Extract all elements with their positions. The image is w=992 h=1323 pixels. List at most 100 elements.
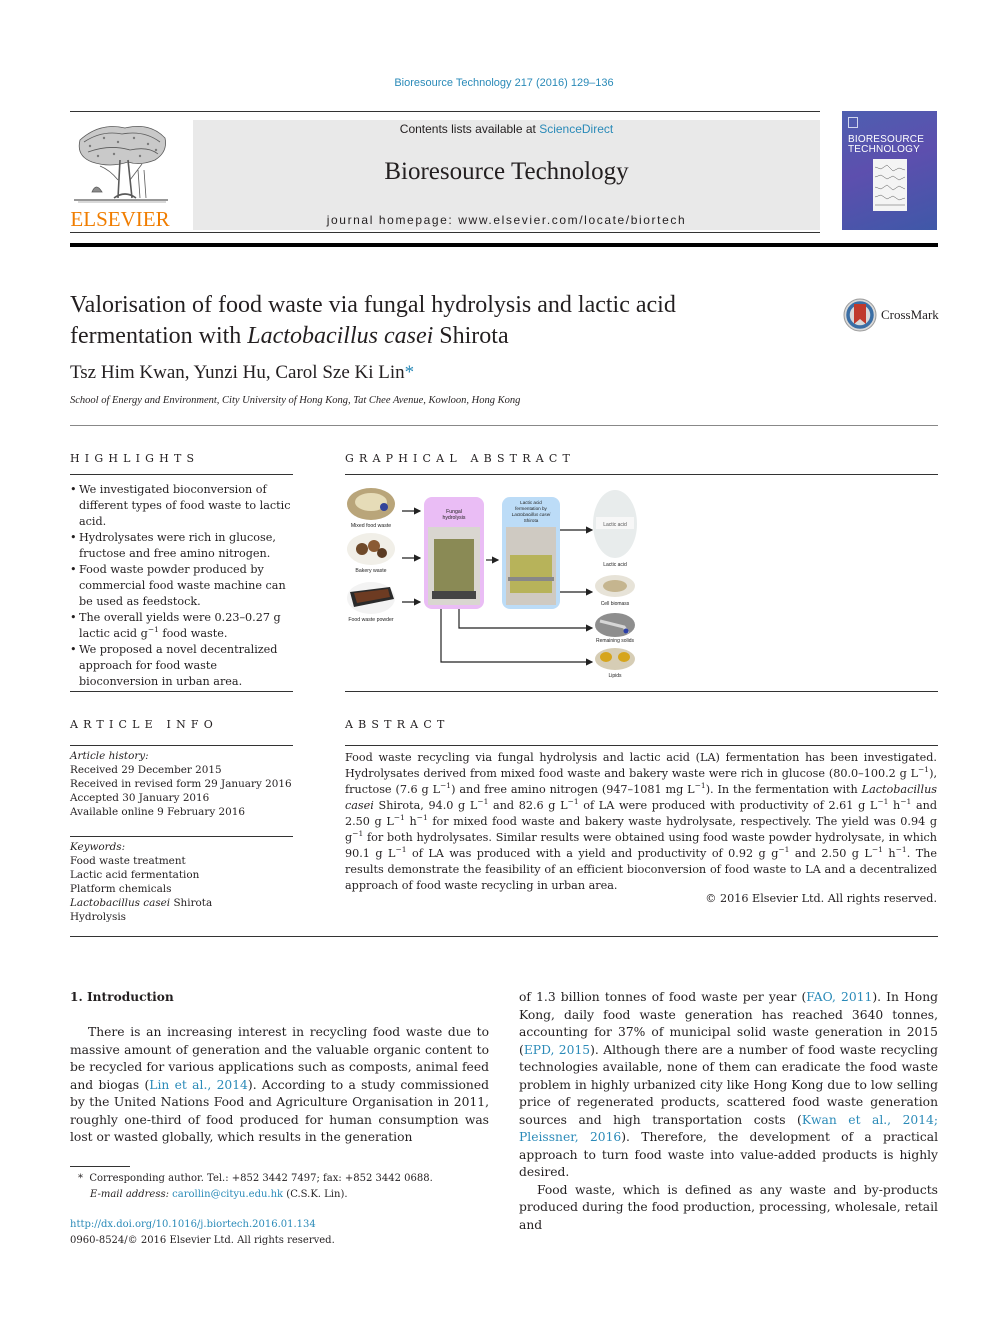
highlight-item: Food waste powder produced by commercial… bbox=[70, 562, 295, 610]
step2-label-line2: fermentation by bbox=[515, 506, 547, 511]
highlights-heading: HIGHLIGHTS bbox=[70, 452, 200, 465]
cover-title: BIORESOURCE TECHNOLOGY bbox=[848, 135, 924, 155]
abstract-text: ). In the fermentation with bbox=[705, 783, 862, 796]
issn-copyright: 0960-8524/© 2016 Elsevier Ltd. All right… bbox=[70, 1234, 335, 1246]
title-text-2: Shirota bbox=[433, 323, 509, 349]
keywords-label: Keywords: bbox=[70, 841, 126, 853]
output-cell-biomass: Cell biomass bbox=[595, 575, 635, 607]
superscript: −1 bbox=[918, 765, 930, 774]
article-history-label: Article history: bbox=[70, 750, 149, 762]
fungal-hydrolysis-step: Fungal hydrolysis bbox=[424, 497, 484, 609]
superscript: −1 bbox=[871, 845, 883, 854]
keyword-tail: Shirota bbox=[170, 897, 213, 909]
footnote-line: * Corresponding author. Tel.: +852 3442 … bbox=[78, 1171, 433, 1187]
output-label: Remaining solids bbox=[596, 638, 635, 644]
abstract-copyright: © 2016 Elsevier Ltd. All rights reserved… bbox=[705, 892, 937, 905]
graphical-abstract-heading: GRAPHICAL ABSTRACT bbox=[345, 452, 575, 465]
keywords-top-rule bbox=[70, 836, 293, 837]
footnote-text: Corresponding author. Tel.: +852 3442 74… bbox=[89, 1173, 433, 1184]
journal-cover-thumbnail[interactable]: BIORESOURCE TECHNOLOGY bbox=[842, 111, 937, 230]
lactic-acid-fermentation-step: Lactic acid fermentation by Lactobacillu… bbox=[502, 497, 560, 609]
superscript: −1 bbox=[895, 845, 907, 854]
superscript: −1 bbox=[477, 797, 489, 806]
citation-link[interactable]: Lin et al., 2014 bbox=[149, 1078, 248, 1092]
intro-column-left: There is an increasing interest in recyc… bbox=[70, 1024, 489, 1154]
highlights-list: We investigated bioconversion of differe… bbox=[70, 482, 295, 690]
crossmark-icon bbox=[843, 298, 877, 332]
keyword-italic: Lactobacillus casei bbox=[70, 897, 171, 909]
history-entry: Received 29 December 2015 bbox=[70, 764, 222, 776]
abstract-text: Shirota, 94.0 g L bbox=[373, 799, 478, 812]
journal-title[interactable]: Bioresource Technology bbox=[193, 158, 820, 186]
output-label: Cell biomass bbox=[601, 601, 630, 607]
elsevier-wordmark: ELSEVIER bbox=[70, 207, 170, 231]
footnote-rule bbox=[70, 1166, 130, 1167]
keyword: Lactic acid fermentation bbox=[70, 869, 200, 881]
superscript: −1 bbox=[416, 813, 428, 822]
abstract-text: and 82.6 g L bbox=[488, 799, 568, 812]
footnote-marker: * bbox=[78, 1173, 83, 1184]
highlight-item: Hydrolysates were rich in glucose, fruct… bbox=[70, 530, 295, 562]
superscript: −1 bbox=[900, 797, 912, 806]
output-label: Lactic acid bbox=[603, 562, 627, 568]
step2-label-line1: Lactic acid bbox=[520, 500, 542, 505]
email-link[interactable]: carollin@cityu.edu.hk bbox=[172, 1189, 283, 1200]
output-remaining-solids: Remaining solids bbox=[595, 613, 635, 644]
intro-paragraph-1: There is an increasing interest in recyc… bbox=[70, 1024, 489, 1147]
superscript: −1 bbox=[393, 813, 405, 822]
input-food-waste-powder: Food waste powder bbox=[347, 582, 395, 623]
citation-link[interactable]: FAO, 2011 bbox=[806, 990, 872, 1004]
graphical-abstract-figure[interactable]: Mixed food waste Bakery waste Food waste… bbox=[344, 487, 644, 682]
cover-publisher-icon bbox=[848, 117, 858, 128]
article-title: Valorisation of food waste via fungal hy… bbox=[70, 290, 790, 352]
superscript: −1 bbox=[352, 829, 364, 838]
superscript: −1 bbox=[147, 625, 159, 634]
highlights-top-rule bbox=[70, 474, 293, 475]
graphical-abstract-top-rule bbox=[345, 474, 938, 475]
input-label: Bakery waste bbox=[355, 568, 386, 574]
sciencedirect-link[interactable]: ScienceDirect bbox=[539, 122, 613, 136]
input-label: Mixed food waste bbox=[351, 523, 391, 529]
highlight-text: food waste. bbox=[158, 627, 228, 640]
citation-link[interactable]: EPD, 2015 bbox=[524, 1043, 590, 1057]
intro-paragraph-1-continued: of 1.3 billion tonnes of food waste per … bbox=[519, 989, 938, 1182]
step2-label-line4: Shirota bbox=[524, 518, 539, 523]
keyword: Food waste treatment bbox=[70, 855, 186, 867]
article-info-heading: ARTICLE INFO bbox=[70, 718, 218, 731]
intro-column-right: of 1.3 billion tonnes of food waste per … bbox=[519, 989, 938, 1234]
crossmark-button[interactable]: CrossMark bbox=[843, 298, 943, 332]
step1-label-line2: hydrolysis bbox=[442, 515, 465, 521]
cover-title-line2: TECHNOLOGY bbox=[848, 144, 921, 155]
cover-graph-image bbox=[873, 159, 907, 211]
abstract-text: ) and free amino nitrogen (947–1081 mg L bbox=[451, 783, 695, 796]
abstract-text: of LA were produced with productivity of… bbox=[578, 799, 878, 812]
output-lipids: Lipids bbox=[595, 648, 635, 679]
email-tail: (C.S.K. Lin). bbox=[283, 1188, 348, 1200]
abstract-text: and 2.50 g L bbox=[789, 847, 872, 860]
output-lactic-acid: Lactic acid Lactic acid bbox=[593, 490, 637, 568]
abstract-heading: ABSTRACT bbox=[345, 718, 450, 731]
abstract-text: Food waste recycling via fungal hydrolys… bbox=[345, 751, 937, 780]
masthead-bottom-rule bbox=[70, 232, 820, 233]
title-block-rule bbox=[70, 425, 938, 426]
doi-link[interactable]: http://dx.doi.org/10.1016/j.biortech.201… bbox=[70, 1219, 316, 1230]
step2-label-line3: Lactobacillus casei bbox=[512, 512, 552, 517]
corresponding-author-marker[interactable]: * bbox=[405, 362, 415, 383]
article-history: Article history: Received 29 December 20… bbox=[70, 749, 292, 819]
superscript: −1 bbox=[694, 781, 706, 790]
elsevier-logo[interactable]: ELSEVIER bbox=[70, 120, 170, 232]
journal-homepage-link[interactable]: journal homepage: www.elsevier.com/locat… bbox=[193, 213, 820, 227]
arrow-to-remaining-solids bbox=[458, 609, 594, 632]
abstract-text: of LA was produced with a yield and prod… bbox=[406, 847, 779, 860]
journal-reference-link[interactable]: Bioresource Technology 217 (2016) 129–13… bbox=[0, 77, 992, 89]
history-entry: Available online 9 February 2016 bbox=[70, 806, 245, 818]
keywords: Keywords: Food waste treatment Lactic ac… bbox=[70, 840, 212, 924]
highlights-bottom-rule bbox=[70, 691, 293, 692]
superscript: −1 bbox=[395, 845, 407, 854]
keyword: Platform chemicals bbox=[70, 883, 172, 895]
abstract-text: h bbox=[882, 847, 896, 860]
intro-paragraph-2: Food waste, which is defined as any wast… bbox=[519, 1182, 938, 1232]
title-species: Lactobacillus casei bbox=[247, 323, 434, 349]
elsevier-tree-icon bbox=[74, 125, 168, 203]
front-matter-bottom-rule bbox=[70, 936, 938, 937]
